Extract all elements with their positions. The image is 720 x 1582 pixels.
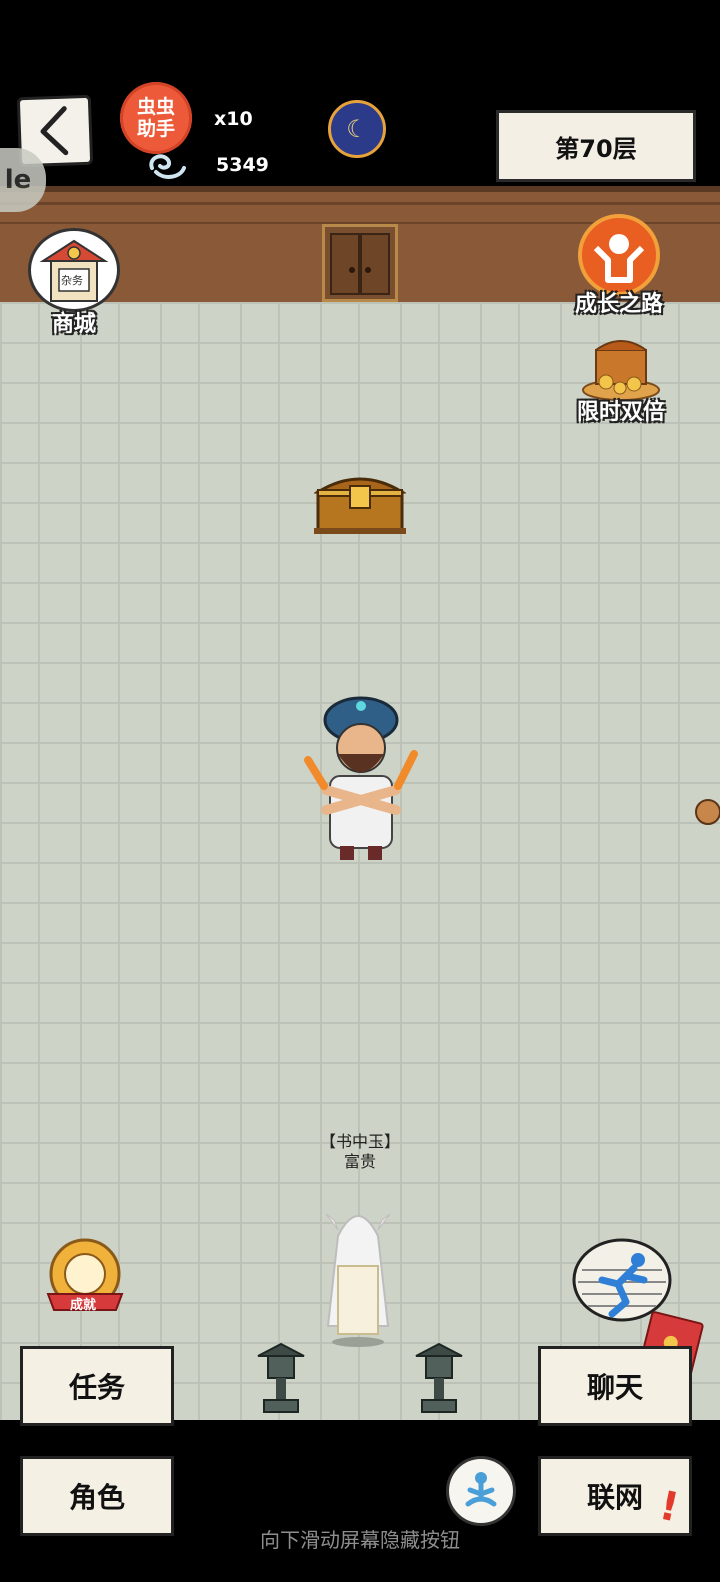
boss-character[interactable] <box>296 690 426 870</box>
hide-buttons-hint: 向下滑动屏幕隐藏按钮 <box>260 1528 460 1552</box>
lantern-icon <box>257 1342 305 1413</box>
chat-button[interactable]: 聊天 <box>538 1346 692 1426</box>
growth-path-button[interactable]: 成长之路 <box>574 214 664 317</box>
shop-button[interactable]: 杂务 商城 <box>26 228 122 337</box>
chest-icon[interactable] <box>314 466 406 536</box>
limited-double-button[interactable]: 限时双倍 <box>566 330 676 425</box>
growth-icon <box>578 214 660 296</box>
npc-name: 富贵 <box>343 1152 376 1171</box>
lantern-icon <box>415 1342 463 1413</box>
player-character[interactable] <box>308 1196 408 1348</box>
spirit-icon <box>149 154 186 179</box>
moon-icon[interactable]: ☾ <box>328 100 386 158</box>
double-label: 限时双倍 <box>576 400 665 425</box>
door[interactable] <box>322 224 398 302</box>
back-arrow-icon <box>40 106 69 156</box>
npc-title: 【书中玉】 <box>319 1132 400 1151</box>
shop-sign: 杂务 <box>61 274 83 287</box>
spirit-count: 5349 <box>216 154 269 176</box>
growth-label: 成长之路 <box>574 292 663 317</box>
achievement-button[interactable]: 成就 <box>40 1236 130 1322</box>
meditate-icon <box>465 1472 497 1507</box>
game-screen: le 虫虫 助手 x10 5349 ☾ 第70层 杂务 商城 成长之路 限时双倍… <box>0 0 720 1582</box>
meditate-button[interactable] <box>446 1456 516 1526</box>
treasure-icon <box>582 340 660 401</box>
floor-level-button[interactable]: 第70层 <box>496 110 696 182</box>
npc-nameplate: 【书中玉】 富贵 <box>300 1132 420 1172</box>
shop-icon: 杂务 <box>28 228 120 312</box>
helper-count: x10 <box>214 108 253 130</box>
helper-label: 虫虫 助手 <box>136 96 175 140</box>
task-button[interactable]: 任务 <box>20 1346 174 1426</box>
helper-icon[interactable]: 虫虫 助手 <box>120 82 192 154</box>
shop-label: 商城 <box>51 312 96 337</box>
achievement-label: 成就 <box>70 1298 97 1313</box>
edge-creature <box>695 799 720 825</box>
